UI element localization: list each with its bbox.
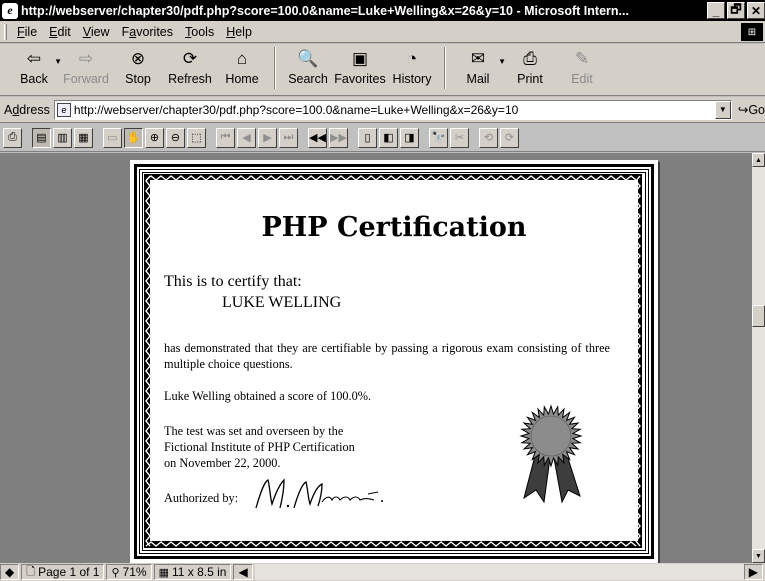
bookmarks-view-icon[interactable]: ▥ (53, 127, 72, 148)
next-page-icon[interactable]: ▶ (258, 127, 277, 148)
award-seal-icon (519, 404, 583, 504)
score-line: Luke Welling obtained a score of 100.0%. (164, 389, 372, 403)
hscroll-left-icon[interactable]: ◀ (233, 564, 253, 580)
certificate-title: PHP Certification (261, 212, 527, 243)
scroll-up-icon[interactable]: ▲ (752, 153, 765, 167)
rotate-right-icon[interactable]: ⟳ (500, 127, 519, 148)
address-dropdown-icon[interactable]: ▼ (714, 100, 731, 119)
menu-edit[interactable]: Edit (43, 25, 77, 39)
print-button[interactable]: ⎙ Print (504, 47, 556, 91)
page-size-icon: ▦ (158, 566, 169, 579)
address-bar: Address e http://webserver/chapter30/pdf… (0, 97, 765, 123)
issuer-text: The test was set and overseen by the Fic… (164, 424, 355, 470)
zoom-in-icon[interactable]: ⊕ (145, 127, 164, 148)
signature-image (255, 478, 383, 509)
go-forward-icon[interactable]: ▶▶ (329, 127, 348, 148)
fit-page-icon[interactable]: ◧ (379, 127, 398, 148)
refresh-icon: ⟳ (182, 49, 198, 68)
search-icon: 🔍 (297, 49, 319, 68)
magnifier-icon: ⚲ (111, 566, 120, 579)
fit-width-icon[interactable]: ◨ (400, 127, 419, 148)
rotate-left-icon[interactable]: ⟲ (479, 127, 498, 148)
thumbnails-view-icon[interactable]: ▦ (74, 127, 93, 148)
forward-arrow-icon: ⇨ (78, 49, 94, 68)
scroll-down-icon[interactable]: ▼ (752, 549, 765, 563)
menu-bar: File Edit View Favorites Tools Help ⊞ (0, 21, 765, 43)
hscroll-right-icon[interactable]: ▶ (743, 564, 763, 580)
page-only-view-icon[interactable]: ▤ (32, 127, 51, 148)
standard-toolbar: ⇦ Back ▼ ⇨ Forward ⊗ Stop ⟳ Refresh ⌂ Ho… (0, 44, 765, 96)
pdf-page: PHP Certification This is to certify tha… (130, 160, 658, 563)
certificate-content: PHP Certification This is to certify tha… (150, 180, 638, 541)
menu-help[interactable]: Help (220, 25, 258, 39)
authorized-label: Authorized by: (164, 491, 239, 505)
back-button[interactable]: ⇦ Back ▼ (8, 47, 62, 91)
close-button[interactable]: ✕ (747, 2, 765, 19)
favorites-button[interactable]: ▣ Favorites (334, 47, 386, 91)
go-arrow-icon: ↪ (737, 103, 749, 117)
menu-favorites[interactable]: Favorites (116, 25, 179, 39)
select-graphics-icon[interactable]: ⬚ (187, 127, 206, 148)
printer-icon: ⎙ (523, 49, 537, 68)
search-button[interactable]: 🔍 Search (282, 47, 334, 91)
certify-line: This is to certify that: (164, 273, 302, 290)
stop-button[interactable]: ⊗ Stop (112, 47, 164, 91)
achievement-text: has demonstrated that they are certifiab… (164, 341, 610, 371)
find-again-icon[interactable]: ✂ (450, 127, 469, 148)
favorites-folder-icon: ▣ (351, 49, 369, 68)
toolbar-separator (444, 47, 446, 89)
mail-icon: ✉ (470, 49, 486, 68)
show-navigation-icon[interactable]: ◆ (0, 564, 20, 580)
ie-logo-icon: e (2, 2, 18, 19)
first-page-icon[interactable]: ⏮ (216, 127, 235, 148)
home-icon: ⌂ (236, 49, 248, 68)
home-button[interactable]: ⌂ Home (216, 47, 268, 91)
pdf-status-bar: ◆ 🗋 Page 1 of 1 ⚲ 71% ▦ 11 x 8.5 in ◀ ▶ (0, 563, 765, 581)
last-page-icon[interactable]: ⏭ (279, 127, 298, 148)
page-size-indicator: ▦ 11 x 8.5 in (153, 564, 232, 580)
pdf-toolbar: ⎙ ▤ ▥ ▦ ▭ ✋ ⊕ ⊖ ⬚ ⏮ ◀ ▶ ⏭ ◀◀ ▶▶ ▯ ◧ ◨ 🔭 … (0, 124, 765, 152)
zoom-indicator[interactable]: ⚲ 71% (106, 564, 152, 580)
address-url[interactable]: http://webserver/chapter30/pdf.php?score… (74, 103, 518, 117)
forward-button[interactable]: ⇨ Forward (60, 47, 112, 91)
page-indicator[interactable]: 🗋 Page 1 of 1 (21, 564, 105, 580)
window-title: http://webserver/chapter30/pdf.php?score… (21, 3, 629, 18)
menu-file[interactable]: File (11, 25, 43, 39)
menu-tools[interactable]: Tools (179, 25, 220, 39)
edit-button[interactable]: ✎ Edit (556, 47, 608, 91)
hand-tool-icon[interactable]: ✋ (124, 127, 143, 148)
stop-icon: ⊗ (130, 49, 146, 68)
toolbar-separator (274, 47, 276, 89)
go-button[interactable]: ↪Go (738, 102, 765, 117)
actual-size-icon[interactable]: ▯ (358, 127, 377, 148)
text-select-icon[interactable]: ▭ (103, 127, 122, 148)
history-button[interactable]: ◔ History (386, 47, 438, 91)
pdf-viewer[interactable]: PHP Certification This is to certify tha… (0, 153, 752, 563)
window-title-bar: e http://webserver/chapter30/pdf.php?sco… (0, 0, 765, 21)
minimize-button[interactable]: _ (707, 2, 725, 19)
restore-button[interactable]: 🗗 (727, 2, 745, 19)
pdf-print-icon[interactable]: ⎙ (3, 127, 22, 148)
address-input[interactable]: e http://webserver/chapter30/pdf.php?sco… (53, 99, 732, 120)
horizontal-scrollbar[interactable] (254, 564, 744, 580)
menu-view[interactable]: View (77, 25, 116, 39)
vertical-scrollbar[interactable]: ▲ ▼ (752, 153, 765, 563)
history-icon: ◔ (406, 49, 418, 68)
recipient-name: LUKE WELLING (222, 294, 342, 311)
find-icon[interactable]: 🔭 (429, 127, 448, 148)
scroll-thumb[interactable] (752, 305, 765, 327)
mail-button[interactable]: ✉ Mail ▼ (452, 47, 506, 91)
edit-icon: ✎ (574, 49, 590, 68)
page-icon: e (56, 102, 71, 117)
refresh-button[interactable]: ⟳ Refresh (164, 47, 216, 91)
zoom-out-icon[interactable]: ⊖ (166, 127, 185, 148)
menu-grip (4, 23, 7, 40)
windows-logo-icon: ⊞ (741, 23, 763, 41)
back-arrow-icon: ⇦ (26, 49, 42, 68)
address-label: Address (4, 102, 50, 117)
page-icon: 🗋 (26, 565, 36, 578)
go-back-icon[interactable]: ◀◀ (308, 127, 327, 148)
previous-page-icon[interactable]: ◀ (237, 127, 256, 148)
